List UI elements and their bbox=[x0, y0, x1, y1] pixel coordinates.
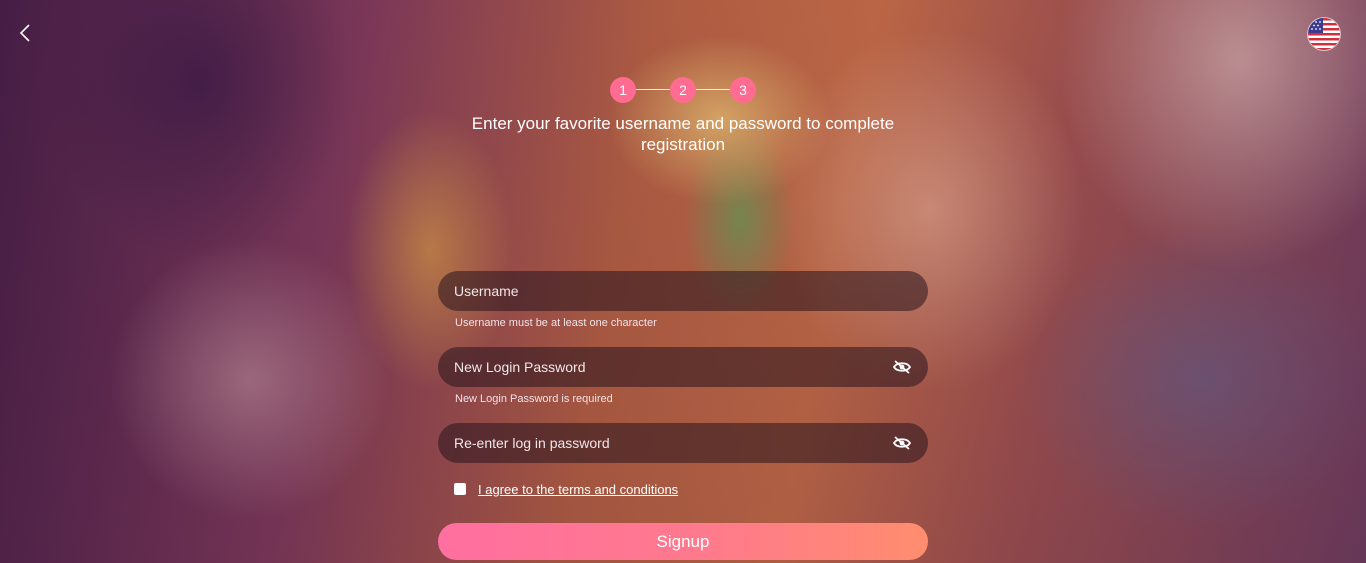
page-subtitle: Enter your favorite username and passwor… bbox=[471, 114, 895, 154]
step-connector bbox=[636, 89, 670, 90]
username-input[interactable] bbox=[454, 283, 912, 299]
terms-link[interactable]: I agree to the terms and conditions bbox=[478, 482, 678, 497]
password-input[interactable] bbox=[454, 359, 892, 375]
username-hint: Username must be at least one character bbox=[455, 317, 657, 329]
terms-agreement: I agree to the terms and conditions bbox=[438, 479, 928, 499]
us-flag-icon bbox=[1308, 18, 1340, 50]
password-field-wrapper bbox=[438, 347, 928, 387]
step-3-indicator: 3 bbox=[730, 77, 756, 103]
chevron-left-icon bbox=[19, 24, 30, 42]
username-field-wrapper bbox=[438, 271, 928, 311]
step-2-indicator: 2 bbox=[670, 77, 696, 103]
confirm-password-field-wrapper bbox=[438, 423, 928, 463]
eye-off-icon bbox=[893, 360, 911, 374]
password-hint: New Login Password is required bbox=[455, 393, 613, 405]
language-selector-button[interactable] bbox=[1308, 18, 1340, 50]
signup-form: Username must be at least one character … bbox=[438, 271, 928, 499]
password-visibility-toggle[interactable] bbox=[892, 357, 912, 377]
registration-stepper: 1 2 3 bbox=[610, 77, 756, 103]
signup-button[interactable]: Signup bbox=[438, 523, 928, 560]
confirm-password-visibility-toggle[interactable] bbox=[892, 433, 912, 453]
step-connector bbox=[696, 89, 730, 90]
eye-off-icon bbox=[893, 436, 911, 450]
confirm-password-input[interactable] bbox=[454, 435, 892, 451]
terms-checkbox[interactable] bbox=[454, 483, 466, 495]
step-1-indicator: 1 bbox=[610, 77, 636, 103]
back-button[interactable] bbox=[14, 22, 36, 44]
